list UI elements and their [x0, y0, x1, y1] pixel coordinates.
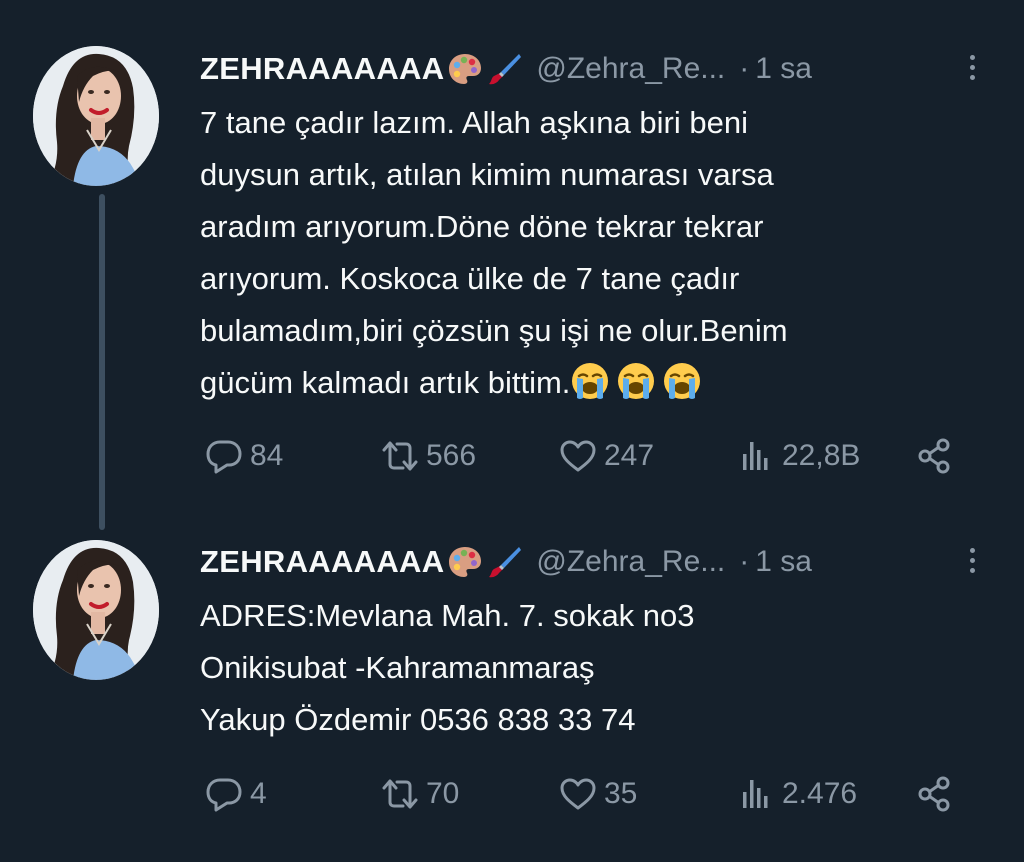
tweet-header: ZEHRAAAAAAA @Zehra_Re... · 1 sa: [200, 540, 812, 584]
like-button[interactable]: 247: [558, 434, 654, 478]
share-button[interactable]: [914, 772, 960, 816]
retweet-button[interactable]: 566: [380, 434, 476, 478]
thread-connector-line: [99, 194, 105, 530]
tweet-text-line: Yakup Özdemir 0536 838 33 74: [200, 702, 636, 737]
retweet-icon: [380, 436, 420, 476]
like-button[interactable]: 35: [558, 772, 637, 816]
reply-button[interactable]: 4: [204, 772, 267, 816]
tweet-text-line: bulamadım,biri çözsün şu işi ne olur.Ben…: [200, 313, 788, 348]
share-icon: [914, 436, 954, 476]
paintbrush-icon: [486, 51, 522, 87]
tweet-actions: 4 70 35 2.476: [200, 772, 970, 816]
user-handle[interactable]: @Zehra_Re...: [536, 52, 725, 86]
tweet-text-line: ADRES:Mevlana Mah. 7. sokak no3: [200, 598, 695, 633]
tweet-2[interactable]: ZEHRAAAAAAA @Zehra_Re... · 1 sa ADRES:Me…: [0, 520, 1024, 862]
artist-palette-icon: [447, 51, 483, 87]
views-count: 22,8B: [782, 439, 861, 472]
display-name[interactable]: ZEHRAAAAAAA: [200, 544, 444, 580]
paintbrush-icon: [486, 544, 522, 580]
loudly-crying-face-icon: [570, 361, 610, 401]
avatar[interactable]: [33, 540, 159, 680]
reply-icon: [204, 436, 244, 476]
like-icon: [558, 774, 598, 814]
views-icon: [736, 436, 776, 476]
retweet-count: 566: [426, 439, 477, 472]
avatar[interactable]: [33, 46, 159, 186]
loudly-crying-face-icon: [616, 361, 656, 401]
views-button[interactable]: 22,8B: [736, 434, 860, 478]
tweet-text-line: gücüm kalmadı artık bittim.: [200, 365, 571, 400]
tweet-timestamp[interactable]: 1 sa: [755, 52, 812, 86]
display-name[interactable]: ZEHRAAAAAAA: [200, 51, 444, 87]
tweet-text: 7 tane çadır lazım. Allah aşkına biri be…: [200, 97, 960, 409]
reply-button[interactable]: 84: [204, 434, 283, 478]
retweet-button[interactable]: 70: [380, 772, 459, 816]
tweet-text-line: 7 tane çadır lazım. Allah aşkına biri be…: [200, 105, 748, 140]
reply-count: 4: [250, 777, 267, 810]
views-count: 2.476: [782, 777, 858, 810]
more-dot-icon: [969, 567, 975, 573]
more-dot-icon: [969, 557, 975, 563]
reply-count: 84: [250, 439, 284, 472]
like-count: 35: [604, 777, 638, 810]
like-count: 247: [604, 439, 655, 472]
tweet-text-line: Onikisubat -Kahramanmaraş: [200, 650, 595, 685]
views-button[interactable]: 2.476: [736, 772, 857, 816]
like-icon: [558, 436, 598, 476]
tweet-text-line: arıyorum. Koskoca ülke de 7 tane çadır: [200, 261, 740, 296]
tweet-text-line: duysun artık, atılan kimim numarası vars…: [200, 157, 774, 192]
tweet-header: ZEHRAAAAAAA @Zehra_Re... · 1 sa: [200, 47, 812, 91]
loudly-crying-face-icon: [662, 361, 702, 401]
user-handle[interactable]: @Zehra_Re...: [536, 545, 725, 579]
more-options-button[interactable]: [962, 45, 982, 89]
tweet-actions: 84 566 247 22,8B: [200, 434, 970, 478]
more-dot-icon: [969, 547, 975, 553]
share-icon: [914, 774, 954, 814]
retweet-count: 70: [426, 777, 460, 810]
more-dot-icon: [969, 64, 975, 70]
tweet-timestamp[interactable]: 1 sa: [755, 545, 812, 579]
tweet-text-last-line: gücüm kalmadı artık bittim.: [200, 357, 960, 409]
tweet-text-line: aradım arıyorum.Döne döne tekrar tekrar: [200, 209, 764, 244]
tweet-text: ADRES:Mevlana Mah. 7. sokak no3 Onikisub…: [200, 590, 960, 746]
separator-dot: ·: [739, 545, 750, 578]
share-button[interactable]: [914, 434, 960, 478]
tweet-1[interactable]: ZEHRAAAAAAA @Zehra_Re... · 1 sa 7 tane ç…: [0, 0, 1024, 530]
reply-icon: [204, 774, 244, 814]
more-options-button[interactable]: [962, 538, 982, 582]
retweet-icon: [380, 774, 420, 814]
separator-dot: ·: [739, 52, 750, 85]
more-dot-icon: [969, 74, 975, 80]
more-dot-icon: [969, 54, 975, 60]
views-icon: [736, 774, 776, 814]
artist-palette-icon: [447, 544, 483, 580]
